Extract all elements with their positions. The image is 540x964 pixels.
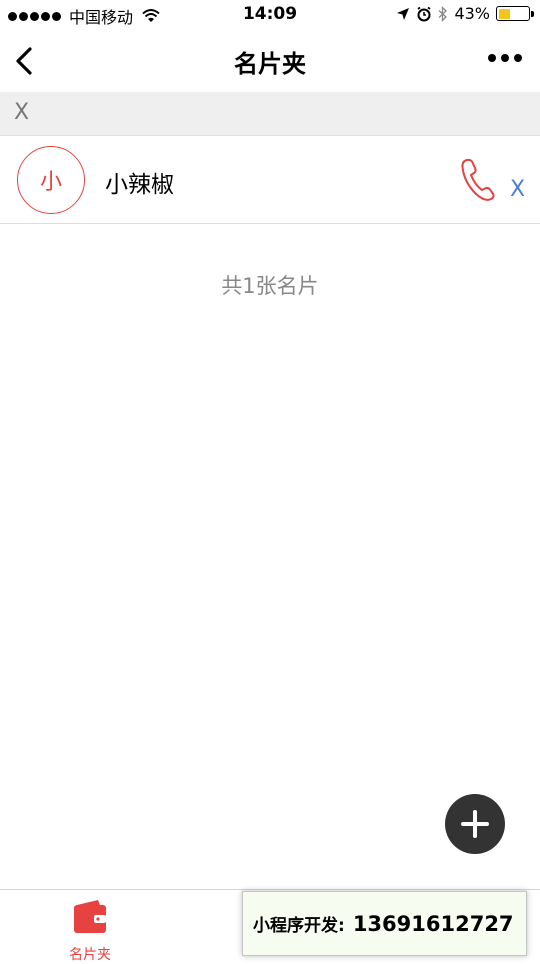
battery-fill xyxy=(498,8,511,19)
developer-label: 小程序开发: xyxy=(253,916,345,936)
avatar: 小 xyxy=(17,146,85,214)
location-arrow-icon xyxy=(397,7,410,20)
phone-icon[interactable] xyxy=(458,156,498,204)
card-count-text: 共1张名片 xyxy=(221,274,319,298)
search-clear-button[interactable]: X xyxy=(14,100,29,125)
developer-banner: 小程序开发: 13691612727 xyxy=(242,891,527,956)
add-card-button[interactable] xyxy=(445,794,505,854)
delete-contact-button[interactable]: X xyxy=(510,177,525,202)
page-title: 名片夹 xyxy=(234,50,306,78)
battery-percent: 43% xyxy=(454,4,490,23)
contact-row[interactable]: 小 小辣椒 X xyxy=(0,136,540,224)
search-strip: X xyxy=(0,92,540,136)
status-right: 43% xyxy=(396,4,534,23)
contact-name: 小辣椒 xyxy=(105,172,174,198)
battery-icon xyxy=(496,6,534,21)
bluetooth-icon xyxy=(438,5,448,22)
nav-bar: 名片夹 xyxy=(0,30,540,92)
tab-label: 名片夹 xyxy=(69,947,111,963)
developer-phone: 13691612727 xyxy=(352,911,514,936)
plus-icon xyxy=(461,810,489,838)
alarm-icon xyxy=(417,6,431,21)
wallet-icon xyxy=(74,900,106,933)
more-menu-icon[interactable] xyxy=(488,54,522,62)
tab-card-holder[interactable]: 名片夹 xyxy=(50,898,130,964)
status-bar: 中国移动 14:09 43% xyxy=(0,0,540,30)
